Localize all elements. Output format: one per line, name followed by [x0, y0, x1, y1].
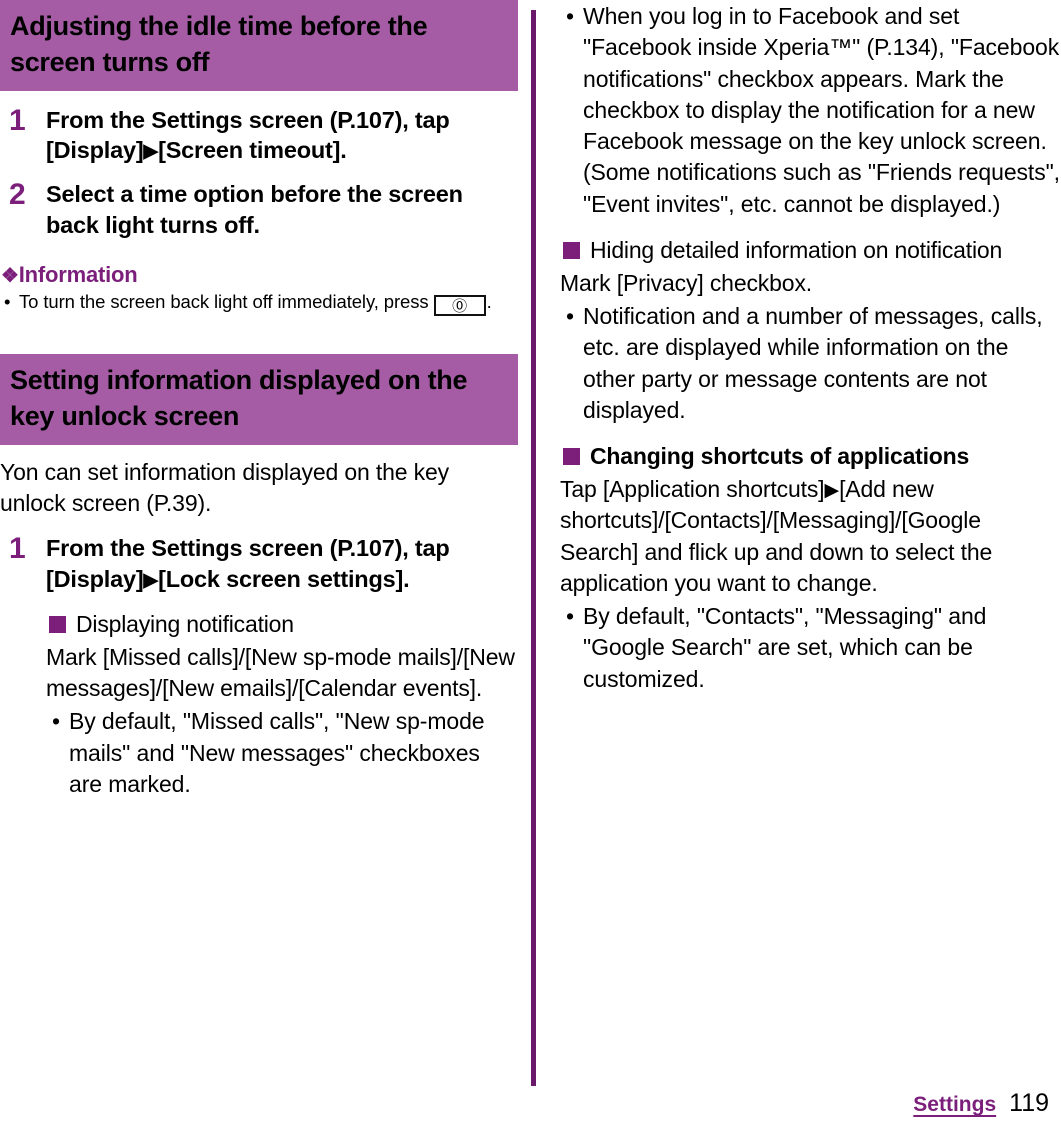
column-divider [531, 10, 536, 1086]
step-text-after: [Screen timeout]. [158, 137, 347, 164]
step-text-before: Select a time option before the screen b… [46, 181, 463, 238]
step-number: 2 [9, 178, 26, 212]
section-heading-idle-time: Adjusting the idle time before the scree… [0, 0, 518, 91]
information-bullet-list: To turn the screen back light off immedi… [0, 290, 518, 317]
section-heading-key-unlock: Setting information displayed on the key… [0, 354, 518, 445]
subsection-bullet-list: By default, "Contacts", "Messaging" and … [560, 601, 1060, 695]
step-text: From the Settings screen (P.107), tap [D… [46, 105, 518, 166]
information-heading: ❖Information [0, 262, 518, 288]
step-item: 1 From the Settings screen (P.107), tap … [0, 105, 518, 166]
subsection-bullet-list: Notification and a number of messages, c… [560, 301, 1060, 426]
step-text-after: [Lock screen settings]. [158, 565, 410, 592]
subsection-heading-hiding-detail: Hiding detailed information on notificat… [560, 236, 1060, 266]
manual-page: Adjusting the idle time before the scree… [0, 0, 1061, 1130]
section2-intro-text: Yon can set information displayed on the… [0, 458, 450, 517]
footer-chapter-label: Settings [913, 1093, 997, 1116]
page-number: 119 [1009, 1089, 1049, 1117]
diamond-ornament-icon: ❖ [1, 265, 19, 288]
body-text-before: Tap [Application shortcuts] [560, 475, 825, 502]
step-subsection: Displaying notification Mark [Missed cal… [46, 610, 516, 800]
page-footer: Settings 119 [913, 1089, 1049, 1118]
right-column: When you log in to Facebook and set "Fac… [560, 0, 1060, 695]
continued-bullet-list: When you log in to Facebook and set "Fac… [560, 1, 1060, 220]
list-item: By default, "Contacts", "Messaging" and … [560, 601, 1060, 695]
subsection-heading-changing-shortcuts: Changing shortcuts of applications [560, 442, 1060, 472]
arrow-right-icon: ▶ [824, 479, 840, 501]
list-item: When you log in to Facebook and set "Fac… [560, 1, 1060, 220]
list-item: Notification and a number of messages, c… [560, 301, 1060, 426]
list-item: By default, "Missed calls", "New sp-mode… [46, 706, 516, 800]
arrow-right-icon: ▶ [143, 141, 159, 163]
subsection-body-text: Tap [Application shortcuts]▶[Add new sho… [560, 474, 1060, 599]
left-column: Adjusting the idle time before the scree… [0, 0, 518, 800]
subsection-body-text: Mark [Missed calls]/[New sp-mode mails]/… [46, 643, 515, 702]
arrow-right-icon: ▶ [143, 569, 159, 591]
subsection-bullet-list: By default, "Missed calls", "New sp-mode… [46, 706, 516, 800]
step-text: From the Settings screen (P.107), tap [D… [46, 533, 518, 594]
subsection-body-text: Mark [Privacy] checkbox. [560, 269, 813, 296]
step-text: Select a time option before the screen b… [46, 179, 518, 240]
step-number: 1 [9, 532, 26, 566]
step-number: 1 [9, 103, 26, 137]
step-item: 1 From the Settings screen (P.107), tap … [0, 533, 518, 594]
step-item: 2 Select a time option before the screen… [0, 179, 518, 240]
subsection-heading-displaying-notification: Displaying notification [46, 610, 516, 640]
information-title: Information [18, 262, 138, 288]
power-key-icon: ⓪ [433, 295, 486, 317]
bullet-text-before: To turn the screen back light off immedi… [19, 291, 429, 313]
list-item: To turn the screen back light off immedi… [0, 290, 518, 317]
bullet-text-after: . [486, 291, 492, 313]
